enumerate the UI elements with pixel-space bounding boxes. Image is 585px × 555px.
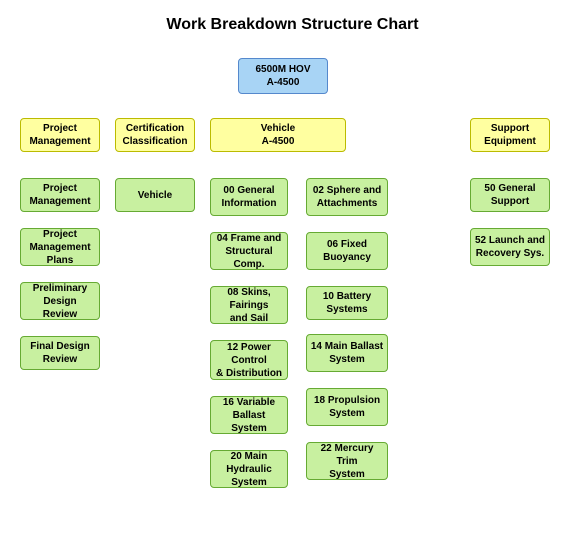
node-s1: 50 GeneralSupport: [470, 178, 550, 212]
node-pm4: Final DesignReview: [20, 336, 100, 370]
node-s2: 52 Launch andRecovery Sys.: [470, 228, 550, 266]
node-v10: 14 Main BallastSystem: [306, 334, 388, 372]
page-title: Work Breakdown Structure Chart: [10, 16, 575, 34]
node-pm2: ProjectManagementPlans: [20, 228, 100, 266]
node-cert1: Vehicle: [115, 178, 195, 212]
node-v6: 20 MainHydraulicSystem: [210, 450, 288, 488]
node-cert-category: CertificationClassification: [115, 118, 195, 152]
node-v7: 02 Sphere andAttachments: [306, 178, 388, 216]
node-pm3: PreliminaryDesignReview: [20, 282, 100, 320]
node-v2: 04 Frame andStructuralComp.: [210, 232, 288, 270]
node-v5: 16 VariableBallastSystem: [210, 396, 288, 434]
node-v12: 22 Mercury TrimSystem: [306, 442, 388, 480]
node-pm1: ProjectManagement: [20, 178, 100, 212]
node-root: 6500M HOVA-4500: [238, 58, 328, 94]
node-v9: 10 BatterySystems: [306, 286, 388, 320]
node-v4: 12 PowerControl& Distribution: [210, 340, 288, 380]
node-v1: 00 GeneralInformation: [210, 178, 288, 216]
node-v11: 18 PropulsionSystem: [306, 388, 388, 426]
node-pm-category: ProjectManagement: [20, 118, 100, 152]
node-vehicle-category: VehicleA-4500: [210, 118, 346, 152]
node-v3: 08 Skins,Fairingsand Sail: [210, 286, 288, 324]
node-support-category: SupportEquipment: [470, 118, 550, 152]
node-v8: 06 FixedBuoyancy: [306, 232, 388, 270]
